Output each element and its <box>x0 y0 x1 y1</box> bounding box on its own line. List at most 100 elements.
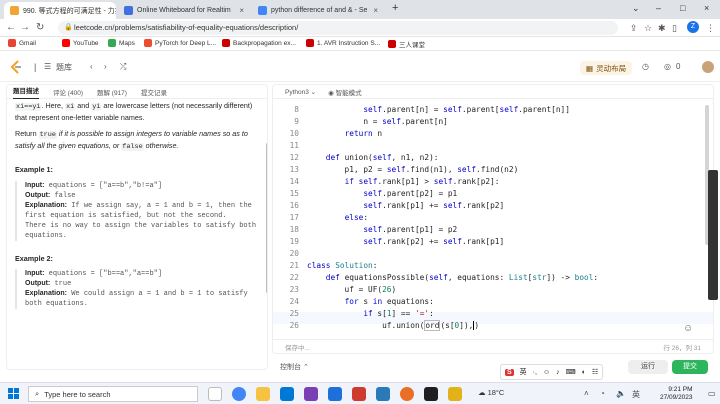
code-line-10[interactable]: return n <box>307 129 383 138</box>
ime-toolbar[interactable]: S 英 ·, ☺ ♪ ⌨ ◐ ☷ <box>500 364 604 380</box>
notification-icon[interactable]: ▭ <box>708 389 716 398</box>
volume-icon[interactable]: 🔈 <box>616 389 626 398</box>
next-problem-icon[interactable]: › <box>104 62 107 71</box>
ime-tray-icon[interactable]: 英 <box>632 389 640 400</box>
browser-tab-leetcode[interactable]: 990. 等式方程的可满足性 - 力扣 × <box>4 2 116 19</box>
task-view-icon[interactable] <box>208 387 222 401</box>
code-line-18[interactable]: self.parent[p1] = p2 <box>307 225 457 234</box>
side-widget[interactable] <box>708 170 718 300</box>
terminal-icon[interactable] <box>424 387 438 401</box>
tab-search-icon[interactable]: ⌄ <box>632 3 640 14</box>
window-close-icon[interactable]: × <box>704 3 709 13</box>
back-arrow-icon[interactable]: ← <box>6 22 16 33</box>
code-line-22[interactable]: def equationsPossible(self, equations: L… <box>307 273 598 282</box>
profile-avatar[interactable]: Z <box>687 21 699 33</box>
browser-tab-whiteboard[interactable]: Online Whiteboard for Realtim × <box>118 2 250 19</box>
code-line-23[interactable]: uf = UF(26) <box>307 285 397 294</box>
code-line-20[interactable] <box>307 249 312 258</box>
minimize-icon[interactable]: – <box>656 3 661 13</box>
timer-icon[interactable]: ◷ <box>642 62 649 71</box>
tab-comments[interactable]: 评论 (400) <box>53 87 83 97</box>
code-line-26[interactable]: uf.union(ord(s[0]),) <box>307 320 479 331</box>
line-number: 11 <box>289 141 299 150</box>
code-line-13[interactable]: p1, p2 = self.find(n1), self.find(n2) <box>307 165 519 174</box>
url-field[interactable]: 🔒 leetcode.cn/problems/satisfiability-of… <box>58 21 618 35</box>
code-line-17[interactable]: else: <box>307 213 368 222</box>
feedback-icon[interactable]: ☺ <box>683 323 693 334</box>
code-line-9[interactable]: n = self.parent[n] <box>307 117 448 126</box>
code-line-15[interactable]: self.parent[p2] = p1 <box>307 189 457 198</box>
edge-icon[interactable] <box>328 387 342 401</box>
nav-title[interactable]: 题库 <box>56 62 72 73</box>
bookmark-avr[interactable]: 1. AVR Instruction S... <box>306 39 380 47</box>
browser-tab-python[interactable]: python difference of and & - Se × <box>252 2 384 19</box>
reload-icon[interactable]: ↻ <box>36 22 44 33</box>
bookmark-gmail[interactable]: Gmail <box>8 39 36 47</box>
word-icon[interactable] <box>280 387 294 401</box>
windows-start-icon[interactable] <box>8 388 19 399</box>
user-avatar[interactable] <box>702 61 714 73</box>
wifi-icon[interactable]: ◔ <box>600 389 605 398</box>
language-select[interactable]: Python3 ⌄ <box>285 88 316 96</box>
python-icon[interactable] <box>448 387 462 401</box>
bookmark-maps[interactable]: Maps <box>108 39 135 47</box>
vscode-icon[interactable] <box>376 387 390 401</box>
bookmark-star-icon[interactable]: ☆ <box>644 23 652 34</box>
ime-punct-icon[interactable]: ·, <box>533 369 537 376</box>
forward-arrow-icon[interactable]: → <box>20 22 30 33</box>
code-line-24[interactable]: for s in equations: <box>307 297 434 306</box>
line-number: 17 <box>289 213 299 222</box>
shuffle-icon[interactable]: ⤮ <box>120 62 126 72</box>
browser-menu-icon[interactable]: ⋮ <box>706 23 715 34</box>
line-number: 9 <box>294 117 299 126</box>
console-toggle[interactable]: 控制台 ⌃ <box>280 362 309 372</box>
tray-chevron-icon[interactable]: ˄ <box>584 389 589 398</box>
problem-list-icon[interactable]: ☰ <box>44 62 51 71</box>
tab-description[interactable]: 题目描述 <box>13 85 39 99</box>
leetcode-logo-icon[interactable] <box>10 60 22 74</box>
emoji-icon[interactable]: ☺ <box>543 369 550 376</box>
line-number: 16 <box>289 201 299 210</box>
code-line-16[interactable]: self.rank[p1] += self.rank[p2] <box>307 201 504 210</box>
file-explorer-icon[interactable] <box>256 387 270 401</box>
system-clock[interactable]: 9:21 PM 27/09/2023 <box>660 386 693 402</box>
ime-language[interactable]: 英 <box>520 367 527 377</box>
bookmark-backprop[interactable]: Backpropagation ex... <box>222 39 296 47</box>
code-line-8[interactable]: self.parent[n] = self.parent[self.parent… <box>307 105 570 114</box>
tab-submissions[interactable]: 提交记录 <box>141 87 167 97</box>
code-line-14[interactable]: if self.rank[p1] > self.rank[p2]: <box>307 177 500 186</box>
visual-studio-icon[interactable] <box>304 387 318 401</box>
smart-mode-toggle[interactable]: ◉ 智能模式 <box>328 87 361 97</box>
bookmark-youtube[interactable]: YouTube <box>62 39 99 47</box>
submit-button[interactable]: 提交 <box>672 360 708 374</box>
description-scrollbar[interactable] <box>266 143 267 293</box>
tab-solutions[interactable]: 题解 (917) <box>97 87 127 97</box>
close-tab-icon[interactable]: × <box>373 6 378 15</box>
extensions-icon[interactable]: ✱ <box>658 23 666 34</box>
code-line-11[interactable] <box>307 141 312 150</box>
code-line-25[interactable]: if s[1] == '=': <box>307 309 433 318</box>
weather-widget[interactable]: ☁ 18°C <box>478 388 504 397</box>
share-icon[interactable]: ⇪ <box>630 23 638 34</box>
keyboard-icon[interactable]: ⌨ <box>566 368 576 376</box>
taskbar-search-box[interactable]: ⌕ Type here to search <box>28 386 198 402</box>
code-line-19[interactable]: self.rank[p2] += self.rank[p1] <box>307 237 504 246</box>
voice-icon[interactable]: ♪ <box>556 369 560 376</box>
premium-button[interactable]: ▦ 灵动布局 <box>580 61 633 75</box>
code-line-12[interactable]: def union(self, n1, n2): <box>307 153 439 162</box>
maximize-icon[interactable]: □ <box>680 3 685 13</box>
chrome-icon[interactable] <box>232 387 246 401</box>
close-tab-icon[interactable]: × <box>239 6 244 15</box>
ime-menu-icon[interactable]: ☷ <box>592 368 598 376</box>
run-button[interactable]: 运行 <box>628 360 668 374</box>
new-tab-button[interactable]: + <box>392 2 398 14</box>
prev-problem-icon[interactable]: ‹ <box>90 62 93 71</box>
coin-icon[interactable]: ◎ <box>664 62 671 71</box>
code-line-21[interactable]: class Solution: <box>307 261 377 270</box>
powerpoint-icon[interactable] <box>352 387 366 401</box>
bookmark-pytorch[interactable]: PyTorch for Deep L... <box>144 39 216 47</box>
sidepanel-icon[interactable]: ▯ <box>672 23 677 34</box>
skin-icon[interactable]: ◐ <box>582 369 586 376</box>
firefox-icon[interactable] <box>400 387 414 401</box>
bookmark-sanren[interactable]: 三人课堂 <box>388 39 425 49</box>
